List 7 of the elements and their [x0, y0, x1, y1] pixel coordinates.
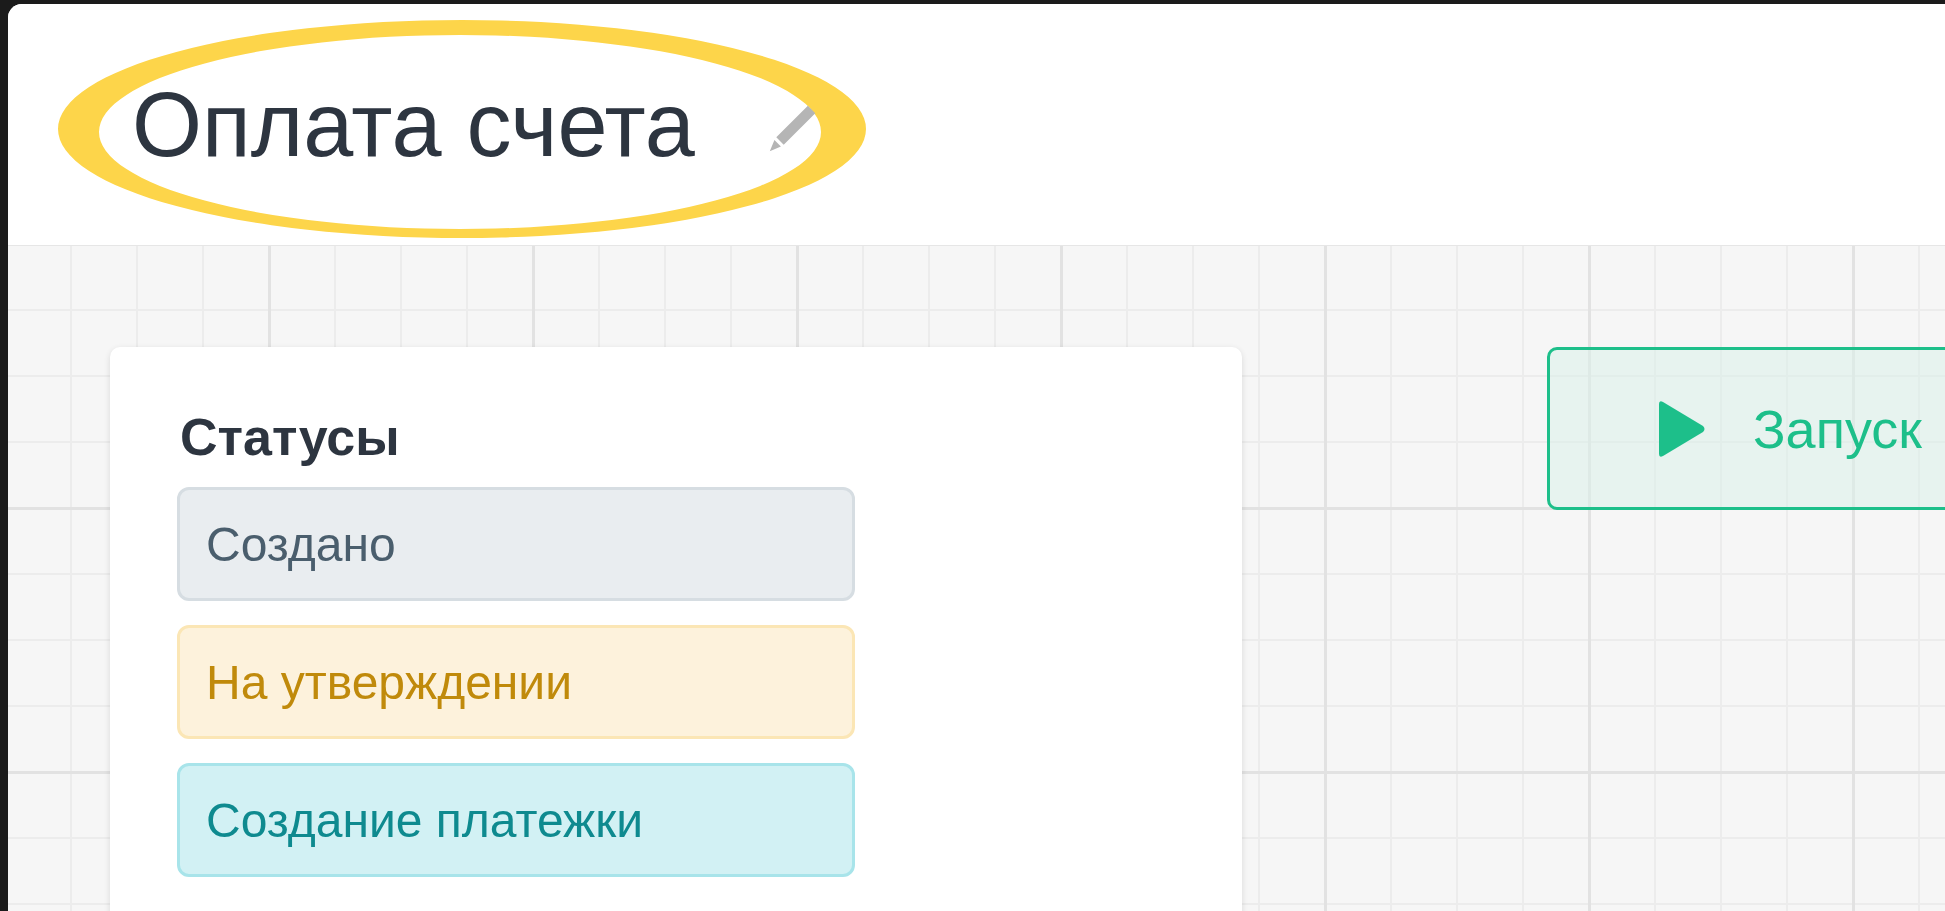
status-item[interactable]: На утверждении	[177, 625, 855, 739]
card-heading: Статусы	[180, 407, 401, 467]
play-icon	[1656, 399, 1706, 458]
process-title: Оплата счета	[132, 79, 695, 170]
status-item[interactable]: Создание платежки	[177, 763, 855, 877]
status-item[interactable]: Создано	[177, 487, 855, 601]
run-button[interactable]: Запуск	[1547, 347, 1945, 510]
